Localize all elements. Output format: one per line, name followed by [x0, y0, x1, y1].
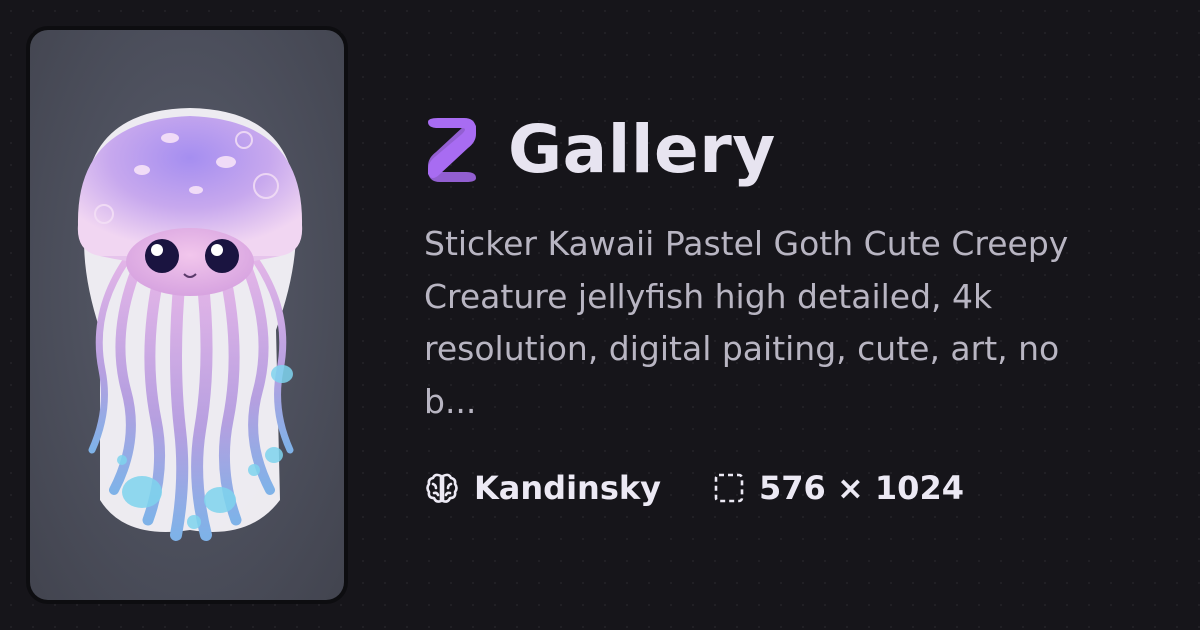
- image-meta: Kandinsky 576 × 1024: [424, 466, 964, 510]
- model-info: Kandinsky: [424, 470, 661, 506]
- image-description: Sticker Kawaii Pastel Goth Cute Creepy C…: [424, 224, 1069, 421]
- image-preview: [30, 30, 344, 600]
- gallery-logo-icon: [428, 118, 476, 182]
- size-label: 576 × 1024: [759, 469, 964, 507]
- image-card[interactable]: [26, 26, 348, 604]
- page-title: Gallery: [508, 111, 776, 188]
- dashed-frame-icon: [714, 473, 744, 503]
- header: Gallery: [424, 108, 776, 192]
- brain-icon: [426, 473, 458, 503]
- jellyfish-illustration: [77, 108, 303, 541]
- size-info: 576 × 1024: [713, 472, 964, 504]
- model-label: Kandinsky: [474, 469, 662, 507]
